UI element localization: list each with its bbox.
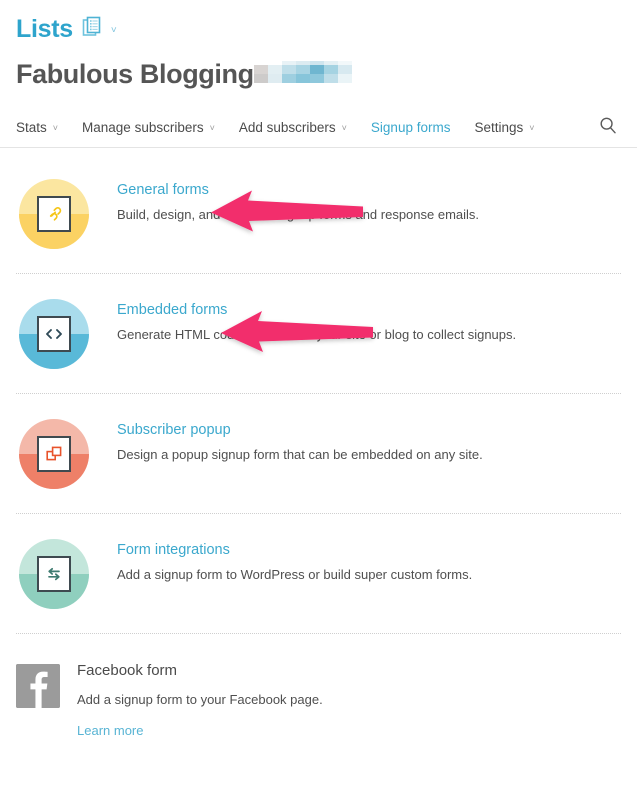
facebook-form-text: Facebook form Add a signup form to your … (60, 662, 323, 740)
list-name: Fabulous Blogging (16, 58, 254, 89)
form-desc-general-forms: Build, design, and translate signup form… (117, 207, 480, 223)
form-row-embedded-forms[interactable]: Embedded forms Generate HTML code to emb… (16, 274, 621, 394)
tab-manage-subscribers[interactable]: Manage subscribers ˅ (82, 120, 215, 135)
form-desc-embedded-forms: Generate HTML code to embed in your site… (117, 327, 517, 343)
tab-manage-subscribers-label: Manage subscribers (82, 120, 204, 135)
chevron-down-icon: ˅ (52, 123, 59, 133)
tab-add-subscribers[interactable]: Add subscribers ˅ (239, 120, 347, 135)
code-icon-badge (19, 299, 89, 369)
facebook-logo-icon (16, 664, 60, 708)
form-text-subscriber-popup: Subscriber popup Design a popup signup f… (89, 416, 621, 464)
list-name-row: Fabulous Blogging (16, 54, 621, 88)
lists-breadcrumb: Lists ˅ (16, 14, 621, 44)
tab-add-subscribers-label: Add subscribers (238, 120, 336, 135)
tab-settings-label: Settings (474, 120, 524, 135)
link-icon (37, 196, 71, 232)
search-icon[interactable] (599, 116, 617, 139)
integrations-icon-badge (19, 539, 89, 609)
form-text-form-integrations: Form integrations Add a signup form to W… (89, 536, 621, 584)
form-row-subscriber-popup[interactable]: Subscriber popup Design a popup signup f… (16, 394, 621, 514)
signup-forms-list: General forms Build, design, and transla… (0, 154, 637, 634)
page-title: Lists (16, 14, 73, 43)
code-brackets-icon (37, 316, 71, 352)
facebook-form-description: Add a signup form to your Facebook page. (77, 692, 323, 707)
form-text-embedded-forms: Embedded forms Generate HTML code to emb… (89, 296, 621, 344)
link-icon-badge (19, 179, 89, 249)
form-desc-subscriber-popup: Design a popup signup form that can be e… (117, 447, 483, 463)
form-row-form-integrations[interactable]: Form integrations Add a signup form to W… (16, 514, 621, 634)
tab-signup-forms-label: Signup forms (370, 120, 451, 135)
documents-stack-icon[interactable] (82, 16, 104, 43)
form-title-form-integrations[interactable]: Form integrations (117, 542, 621, 559)
facebook-form-section: Facebook form Add a signup form to your … (0, 634, 637, 740)
form-title-subscriber-popup[interactable]: Subscriber popup (117, 422, 621, 439)
popup-icon-badge (19, 419, 89, 489)
chevron-down-icon: ˅ (341, 123, 347, 133)
learn-more-link[interactable]: Learn more (77, 723, 143, 738)
chevron-down-icon: ˅ (529, 123, 535, 133)
form-title-general-forms[interactable]: General forms (117, 182, 621, 199)
facebook-form-title: Facebook form (77, 662, 178, 679)
tab-stats[interactable]: Stats ˅ (16, 120, 58, 135)
tab-settings[interactable]: Settings ˅ (474, 120, 534, 135)
form-row-general-forms[interactable]: General forms Build, design, and transla… (16, 154, 621, 274)
form-desc-form-integrations: Add a signup form to WordPress or build … (117, 567, 473, 583)
chevron-down-icon[interactable]: ˅ (111, 25, 117, 36)
form-text-general-forms: General forms Build, design, and transla… (89, 176, 621, 224)
form-title-embedded-forms[interactable]: Embedded forms (117, 302, 621, 319)
tab-signup-forms[interactable]: Signup forms (371, 120, 451, 135)
redacted-blur-block (253, 61, 352, 87)
chevron-down-icon: ˅ (209, 123, 215, 133)
tab-stats-label: Stats (16, 120, 47, 135)
section-nav: Stats ˅ Manage subscribers ˅ Add subscri… (0, 108, 637, 148)
page-header: Lists ˅ Fabulous Blogging (0, 0, 637, 88)
exchange-arrows-icon (37, 556, 71, 592)
popup-windows-icon (37, 436, 71, 472)
